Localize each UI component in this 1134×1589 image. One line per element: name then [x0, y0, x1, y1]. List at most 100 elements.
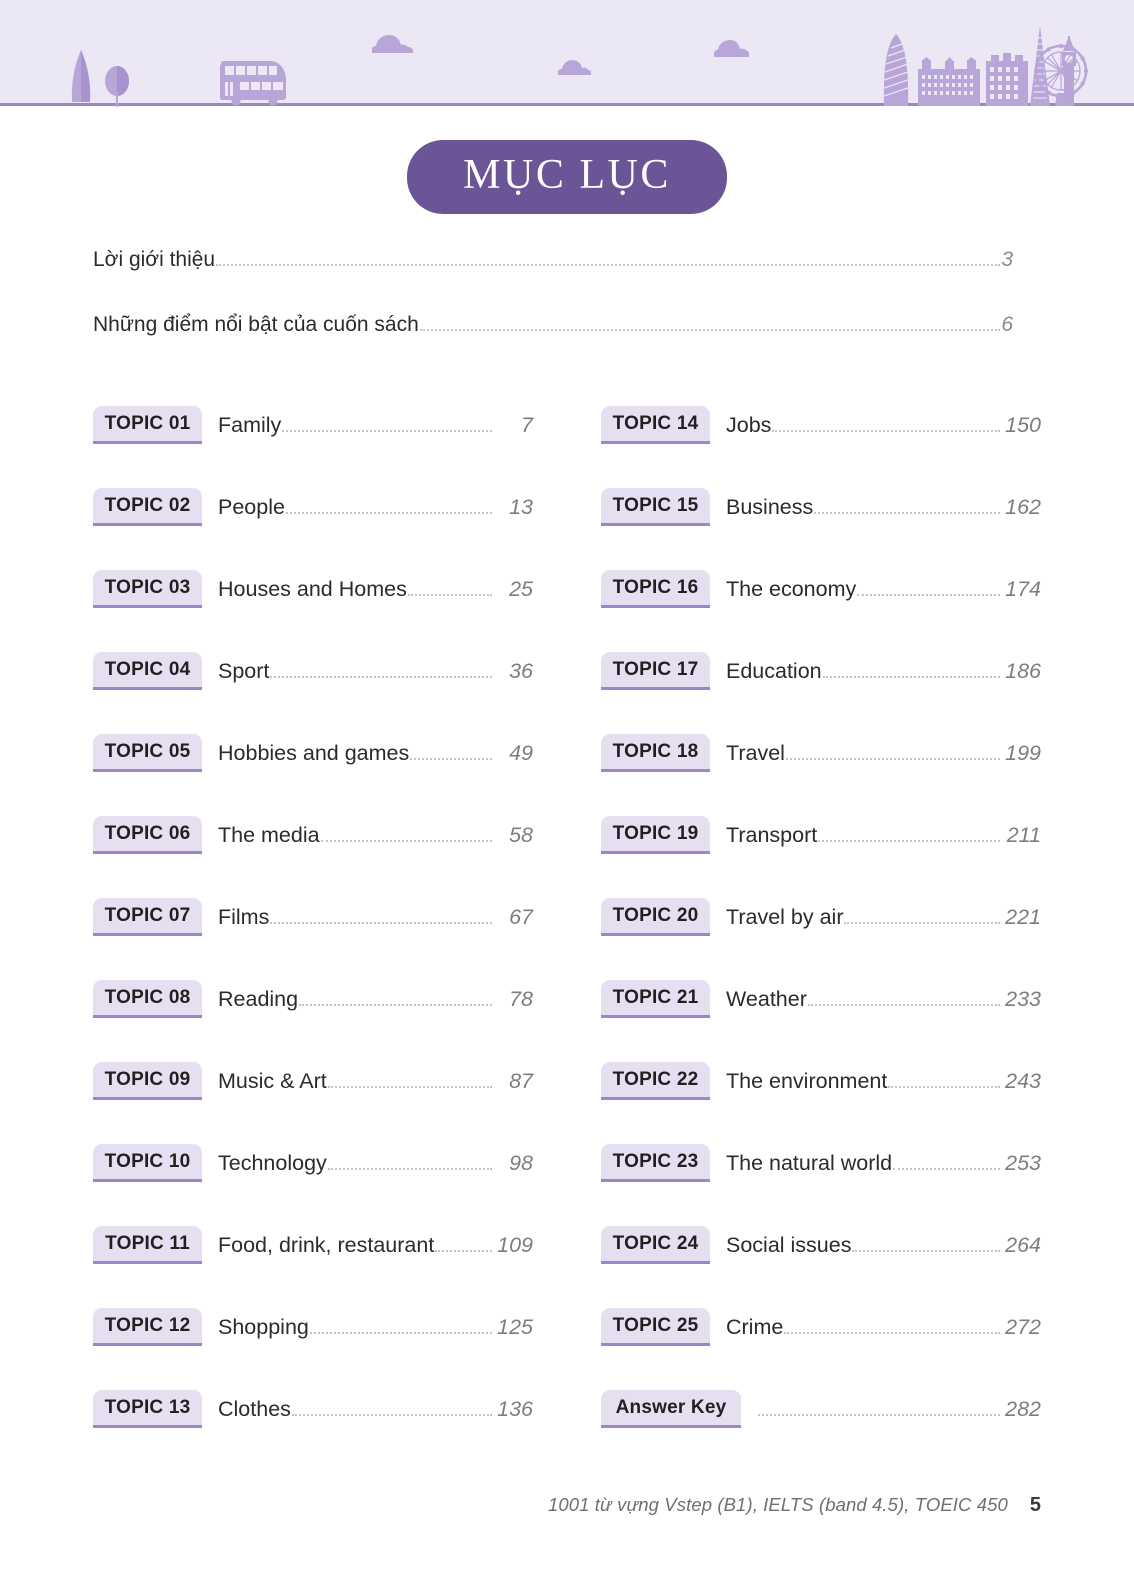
- toc-page: MỤC LỤC Lời giới thiệu 3 Những điểm nổi …: [0, 0, 1134, 1589]
- toc-entry-topic[interactable]: TOPIC 03 Houses and Homes 25: [93, 564, 533, 614]
- topic-title: Social issues: [726, 1232, 852, 1257]
- toc-entry-topic[interactable]: TOPIC 15 Business 162: [601, 482, 1041, 532]
- toc-entry-intro[interactable]: Lời giới thiệu 3: [93, 248, 1013, 272]
- topic-badge: TOPIC 13: [93, 1390, 202, 1428]
- toc-entry-topic[interactable]: TOPIC 19 Transport 211: [601, 810, 1041, 860]
- dot-leader: [818, 839, 1000, 842]
- office-building-icon: [986, 53, 1028, 106]
- topic-page: 162: [1005, 494, 1041, 519]
- topic-title: Travel: [726, 740, 785, 765]
- gherkin-building-icon: [883, 34, 909, 106]
- topic-title: Music & Art: [218, 1068, 327, 1093]
- topic-title: Films: [218, 904, 270, 929]
- toc-entry-topic[interactable]: TOPIC 01 Family 7: [93, 400, 533, 450]
- cloud-icon: [558, 60, 591, 75]
- topic-title: Clothes: [218, 1396, 291, 1421]
- topic-page: 87: [509, 1068, 533, 1093]
- dot-leader: [270, 675, 492, 678]
- toc-entry-answer-key[interactable]: Answer Key 282: [601, 1384, 1041, 1434]
- topic-badge: TOPIC 12: [93, 1308, 202, 1346]
- toc-entry-topic[interactable]: TOPIC 05 Hobbies and games 49: [93, 728, 533, 778]
- dot-leader: [270, 921, 492, 924]
- intro-entry-label: Lời giới thiệu: [93, 248, 216, 271]
- london-eye-icon: [1033, 44, 1089, 106]
- toc-entry-topic[interactable]: TOPIC 22 The environment 243: [601, 1056, 1041, 1106]
- dot-leader: [857, 593, 1000, 596]
- topic-badge: TOPIC 14: [601, 406, 710, 444]
- topic-badge: TOPIC 02: [93, 488, 202, 526]
- topic-badge: TOPIC 15: [601, 488, 710, 526]
- topic-page: 13: [509, 494, 533, 519]
- toc-entry-topic[interactable]: TOPIC 20 Travel by air 221: [601, 892, 1041, 942]
- topic-badge: TOPIC 19: [601, 816, 710, 854]
- toc-entry-topic[interactable]: TOPIC 02 People 13: [93, 482, 533, 532]
- toc-entry-topic[interactable]: TOPIC 18 Travel 199: [601, 728, 1041, 778]
- topic-page: 58: [509, 822, 533, 847]
- toc-entry-topic[interactable]: TOPIC 16 The economy 174: [601, 564, 1041, 614]
- topic-title: Hobbies and games: [218, 740, 410, 765]
- answer-key-badge: Answer Key: [601, 1390, 741, 1428]
- topic-page: 36: [509, 658, 533, 683]
- toc-entry-topic[interactable]: TOPIC 12 Shopping 125: [93, 1302, 533, 1352]
- topic-badge: TOPIC 05: [93, 734, 202, 772]
- toc-entry-topic[interactable]: TOPIC 11 Food, drink, restaurant 109: [93, 1220, 533, 1270]
- topic-badge: TOPIC 22: [601, 1062, 710, 1100]
- topic-badge: TOPIC 07: [93, 898, 202, 936]
- topic-badge: TOPIC 20: [601, 898, 710, 936]
- dot-leader: [435, 1249, 492, 1252]
- topic-title: Shopping: [218, 1314, 309, 1339]
- toc-entry-topic[interactable]: TOPIC 10 Technology 98: [93, 1138, 533, 1188]
- topic-title: Houses and Homes: [218, 576, 407, 601]
- dot-leader: [309, 1331, 492, 1334]
- topic-page: 272: [1005, 1314, 1041, 1339]
- topic-page: 98: [509, 1150, 533, 1175]
- dot-leader: [327, 1085, 492, 1088]
- toc-entry-topic[interactable]: TOPIC 04 Sport 36: [93, 646, 533, 696]
- topic-title: Business: [726, 494, 814, 519]
- dot-leader: [299, 1003, 492, 1006]
- topic-badge: TOPIC 01: [93, 406, 202, 444]
- dot-leader: [814, 511, 1000, 514]
- dot-leader: [320, 839, 492, 842]
- dot-leader: [888, 1085, 1000, 1088]
- answer-key-page: 282: [1005, 1396, 1041, 1421]
- toc-entry-topic[interactable]: TOPIC 14 Jobs 150: [601, 400, 1041, 450]
- toc-entry-topic[interactable]: TOPIC 07 Films 67: [93, 892, 533, 942]
- topic-page: 243: [1005, 1068, 1041, 1093]
- toc-column-right: TOPIC 14 Jobs 150 TOPIC 15 Business 162 …: [601, 400, 1041, 1434]
- toc-column-left: TOPIC 01 Family 7 TOPIC 02 People 13 TOP…: [93, 400, 533, 1434]
- toc-entry-topic[interactable]: TOPIC 08 Reading 78: [93, 974, 533, 1024]
- dot-leader: [282, 429, 492, 432]
- topic-title: People: [218, 494, 285, 519]
- topic-page: 136: [497, 1396, 533, 1421]
- toc-entry-topic[interactable]: TOPIC 24 Social issues 264: [601, 1220, 1041, 1270]
- topic-badge: TOPIC 03: [93, 570, 202, 608]
- topic-badge: TOPIC 18: [601, 734, 710, 772]
- cypress-tree-icon: [71, 50, 91, 102]
- toc-columns: TOPIC 01 Family 7 TOPIC 02 People 13 TOP…: [93, 400, 1041, 1434]
- topic-title: Food, drink, restaurant: [218, 1232, 435, 1257]
- topic-title: Travel by air: [726, 904, 844, 929]
- toc-entry-topic[interactable]: TOPIC 25 Crime 272: [601, 1302, 1041, 1352]
- toc-entry-topic[interactable]: TOPIC 21 Weather 233: [601, 974, 1041, 1024]
- dot-leader: [410, 757, 492, 760]
- topic-badge: TOPIC 04: [93, 652, 202, 690]
- page-title: MỤC LỤC: [407, 140, 727, 215]
- toc-entry-topic[interactable]: TOPIC 23 The natural world 253: [601, 1138, 1041, 1188]
- toc-entry-topic[interactable]: TOPIC 17 Education 186: [601, 646, 1041, 696]
- toc-entry-topic[interactable]: TOPIC 13 Clothes 136: [93, 1384, 533, 1434]
- topic-page: 221: [1005, 904, 1041, 929]
- toc-entry-intro[interactable]: Những điểm nổi bật của cuốn sách 6: [93, 313, 1013, 337]
- dot-leader: [807, 1003, 1000, 1006]
- cloud-icon: [714, 40, 749, 57]
- topic-page: 174: [1005, 576, 1041, 601]
- toc-entry-topic[interactable]: TOPIC 09 Music & Art 87: [93, 1056, 533, 1106]
- footer-book-title: 1001 từ vựng Vstep (B1), IELTS (band 4.5…: [548, 1494, 1008, 1515]
- topic-page: 25: [509, 576, 533, 601]
- topic-title: Transport: [726, 822, 818, 847]
- topic-badge: TOPIC 11: [93, 1226, 202, 1264]
- dot-leader: [784, 1331, 1000, 1334]
- intro-entry-page: 6: [1001, 313, 1013, 336]
- dot-leader: [285, 511, 492, 514]
- toc-entry-topic[interactable]: TOPIC 06 The media 58: [93, 810, 533, 860]
